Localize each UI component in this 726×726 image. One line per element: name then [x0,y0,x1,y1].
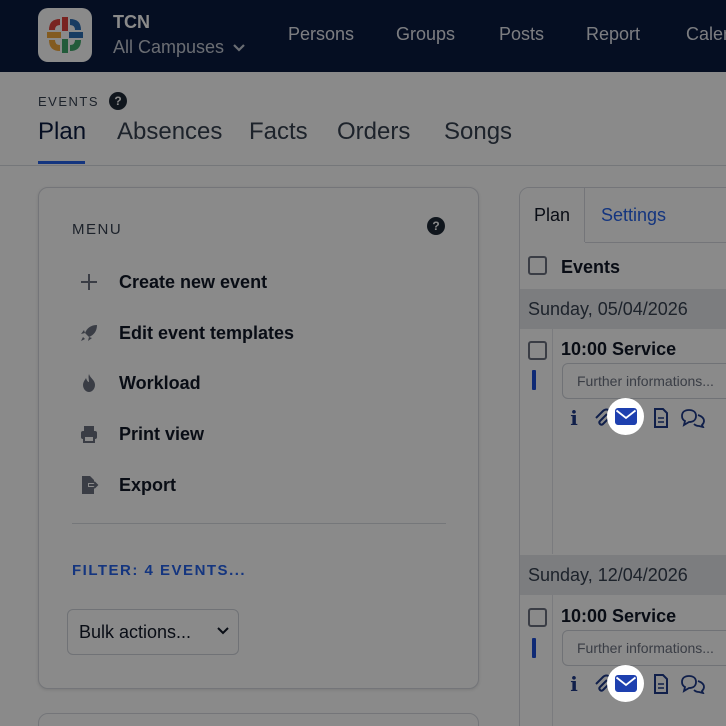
nav-groups[interactable]: Groups [396,24,455,45]
create-new-event-button[interactable]: Create new event [77,270,267,294]
further-info-input[interactable]: Further informations... [562,363,726,399]
menu-item-label: Edit event templates [119,322,295,343]
envelope-icon [614,408,637,425]
filter-events-link[interactable]: FILTER: 4 EVENTS... [72,562,246,579]
tab-plan-panel[interactable]: Plan [520,188,585,242]
tab-facts[interactable]: Facts [249,118,308,146]
event-checkbox[interactable] [528,341,547,360]
menu-item-label: Create new event [119,271,268,292]
plan-panel: Plan Settings Events Sunday, 05/04/2026 … [519,187,726,726]
tab-plan[interactable]: Plan [38,118,86,146]
select-all-checkbox[interactable] [528,256,547,275]
events-column-header: Events [561,257,621,277]
tab-orders[interactable]: Orders [337,118,410,146]
menu-item-label: Export [119,474,177,495]
envelope-icon [614,675,637,692]
row-divider [552,595,553,726]
workload-button[interactable]: Workload [77,371,201,395]
menu-card: MENU ? Create new event Edit event templ… [38,187,479,689]
bulk-actions-value: Bulk actions... [79,621,192,642]
active-tab-indicator [38,161,85,164]
menu-divider [72,523,446,524]
tab-songs[interactable]: Songs [444,118,512,146]
event-color-bar [532,370,536,390]
send-email-button[interactable] [607,398,644,435]
church-logo[interactable] [38,8,92,62]
date-header: Sunday, 05/04/2026 [520,289,726,329]
campus-selector[interactable]: All Campuses [113,37,246,58]
section-heading: EVENTS ? [38,92,128,110]
tab-settings[interactable]: Settings [601,188,666,242]
secondary-card [38,713,479,726]
info-icon[interactable]: i [564,406,584,430]
section-label: EVENTS [38,93,100,109]
bulk-actions-select[interactable]: Bulk actions... [67,609,239,655]
date-header: Sunday, 12/04/2026 [520,555,726,595]
menu-item-label: Print view [119,423,205,444]
event-color-bar [532,638,536,658]
printer-icon [77,422,101,446]
menu-title: MENU [72,221,123,238]
event-checkbox[interactable] [528,608,547,627]
export-icon [77,473,101,497]
export-button[interactable]: Export [77,473,176,497]
send-email-button[interactable] [607,665,644,702]
menu-help-icon[interactable]: ? [427,217,445,235]
info-icon[interactable]: i [564,672,584,696]
nav-report[interactable]: Report [586,24,640,45]
plus-icon [77,270,101,294]
edit-event-templates-button[interactable]: Edit event templates [77,321,294,345]
logo-icon [47,17,83,53]
help-icon[interactable]: ? [109,92,128,110]
nav-calendar[interactable]: Calen [686,24,726,45]
tabs-divider [0,165,726,166]
further-info-input[interactable]: Further informations... [562,630,726,666]
nav-posts[interactable]: Posts [499,24,544,45]
comments-icon[interactable] [680,673,706,695]
tab-line [585,242,726,243]
campus-label: All Campuses [113,37,225,57]
document-icon[interactable] [651,673,671,695]
tab-absences[interactable]: Absences [117,118,222,146]
menu-item-label: Workload [119,372,201,393]
print-view-button[interactable]: Print view [77,422,204,446]
row-divider [552,329,553,554]
document-icon[interactable] [651,407,671,429]
top-navigation-bar: TCN All Campuses Persons Groups Posts Re… [0,0,726,72]
rocket-icon [77,321,101,345]
organization-name: TCN [113,12,150,32]
event-title[interactable]: 10:00 Service [561,339,676,360]
comments-icon[interactable] [680,407,706,429]
chevron-down-icon [233,43,245,52]
chevron-down-icon [217,627,229,635]
nav-persons[interactable]: Persons [288,24,354,45]
flame-icon [77,371,101,395]
event-title[interactable]: 10:00 Service [561,606,676,627]
